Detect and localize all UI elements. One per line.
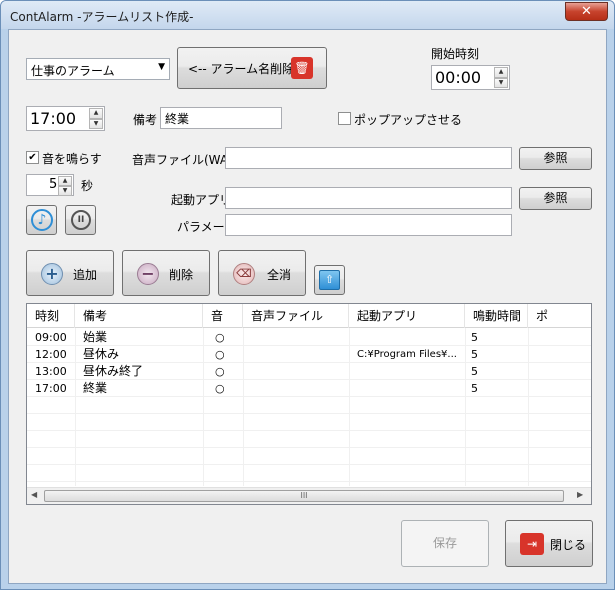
scrollbar-thumb[interactable]: III	[44, 490, 564, 502]
clear-all-button[interactable]: ⌫ 全消	[218, 250, 306, 296]
sound-file-browse-button[interactable]: 参照	[519, 147, 592, 170]
launch-app-browse-button[interactable]: 参照	[519, 187, 592, 210]
sound-file-label: 音声ファイル(WAV)	[132, 153, 241, 167]
app-window: ContAlarm -アラームリスト作成- ✕ 仕事のアラーム ▼ <-- アラ…	[0, 0, 615, 590]
clear-all-button-label: 全消	[267, 268, 292, 282]
delete-alarm-name-label: <-- アラーム名削除	[188, 62, 295, 76]
save-button[interactable]: 保存	[401, 520, 489, 567]
alarm-list-select[interactable]: 仕事のアラーム ▼	[26, 58, 170, 80]
close-icon: ✕	[581, 4, 592, 19]
memo-value: 終業	[165, 112, 190, 126]
alarm-list-table[interactable]: 時刻 備考 音 音声ファイル 起動アプリ 鳴動時間 ポ 09:00 始業 ○ 5…	[26, 303, 592, 505]
column-header-popup[interactable]: ポ	[528, 304, 591, 328]
sound-seconds-spinner[interactable]: 5 ▲ ▼	[26, 174, 74, 196]
close-button[interactable]: ⇥ 閉じる	[505, 520, 593, 567]
start-time-spinner[interactable]: 00:00 ▲ ▼	[431, 65, 510, 90]
sound-checkbox[interactable]: ✔	[26, 151, 39, 164]
launch-app-input[interactable]	[225, 187, 512, 209]
grip-icon: III	[300, 491, 308, 500]
remove-button-label: 削除	[169, 268, 194, 282]
alarm-time-value: 17:00	[30, 109, 77, 128]
popup-label: ポップアップさせる	[354, 113, 463, 127]
sound-label: 音を鳴らす	[42, 152, 102, 166]
title-bar[interactable]: ContAlarm -アラームリスト作成- ✕	[1, 1, 614, 29]
alarm-list-select-value: 仕事のアラーム	[31, 64, 115, 78]
pause-sound-button[interactable]: II	[65, 205, 96, 235]
minus-icon: −	[137, 263, 159, 285]
upload-icon: ⇧	[319, 270, 340, 290]
seconds-unit-label: 秒	[81, 179, 94, 193]
client-area: 仕事のアラーム ▼ <-- アラーム名削除 🗑 開始時刻 00:00 ▲ ▼ 1…	[8, 29, 607, 584]
scroll-right-icon[interactable]: ▶	[577, 490, 583, 499]
column-header-sound[interactable]: 音	[203, 304, 243, 328]
delete-alarm-name-button[interactable]: <-- アラーム名削除 🗑	[177, 47, 327, 89]
save-button-label: 保存	[432, 536, 457, 550]
music-note-icon: ♪	[31, 209, 53, 231]
memo-input[interactable]: 終業	[160, 107, 282, 129]
window-close-button[interactable]: ✕	[565, 2, 608, 21]
sound-seconds-value: 5	[49, 177, 58, 192]
spin-up-icon[interactable]: ▲	[494, 67, 508, 78]
remove-button[interactable]: − 削除	[122, 250, 210, 296]
add-button[interactable]: + 追加	[26, 250, 114, 296]
alarm-time-spinner[interactable]: 17:00 ▲ ▼	[26, 106, 105, 131]
table-row[interactable]: 13:00 昼休み終了 ○ 5	[27, 363, 591, 380]
column-header-sound-file[interactable]: 音声ファイル	[243, 304, 349, 328]
horizontal-scrollbar[interactable]: ◀ III ▶	[27, 487, 591, 504]
backspace-icon: ⌫	[233, 263, 255, 285]
scroll-left-icon[interactable]: ◀	[31, 490, 37, 499]
table-row[interactable]: 12:00 昼休み ○ C:¥Program Files¥... 5	[27, 346, 591, 363]
checkmark-icon: ✔	[28, 152, 37, 163]
export-button[interactable]: ⇧	[314, 265, 345, 295]
sound-file-input[interactable]	[225, 147, 512, 169]
column-header-time[interactable]: 時刻	[27, 304, 75, 328]
plus-icon: +	[41, 263, 63, 285]
launch-app-label: 起動アプリ	[171, 193, 232, 207]
play-sound-button[interactable]: ♪	[26, 205, 57, 235]
start-time-value: 00:00	[435, 68, 482, 87]
memo-label: 備考	[133, 113, 158, 127]
trash-icon: 🗑	[291, 57, 313, 79]
table-row[interactable]: 17:00 終業 ○ 5	[27, 380, 591, 397]
spin-up-icon[interactable]: ▲	[89, 108, 103, 119]
spin-down-icon[interactable]: ▼	[89, 118, 103, 129]
close-button-label: 閉じる	[550, 538, 587, 552]
column-header-launch-app[interactable]: 起動アプリ	[349, 304, 465, 328]
column-header-memo[interactable]: 備考	[75, 304, 203, 328]
start-time-label: 開始時刻	[431, 47, 480, 61]
spin-up-icon[interactable]: ▲	[58, 176, 72, 186]
pause-icon: II	[71, 210, 91, 230]
window-title: ContAlarm -アラームリスト作成-	[10, 10, 194, 24]
browse-label: 参照	[543, 151, 568, 165]
exit-door-icon: ⇥	[520, 533, 544, 555]
parameter-input[interactable]	[225, 214, 512, 236]
add-button-label: 追加	[73, 268, 98, 282]
popup-checkbox[interactable]	[338, 112, 351, 125]
table-row[interactable]: 09:00 始業 ○ 5	[27, 329, 591, 346]
alarm-list-header: 時刻 備考 音 音声ファイル 起動アプリ 鳴動時間 ポ	[27, 304, 591, 328]
spin-down-icon[interactable]: ▼	[494, 77, 508, 88]
chevron-down-icon: ▼	[158, 62, 165, 72]
browse-label: 参照	[543, 191, 568, 205]
spin-down-icon[interactable]: ▼	[58, 186, 72, 196]
column-header-duration[interactable]: 鳴動時間	[465, 304, 528, 328]
